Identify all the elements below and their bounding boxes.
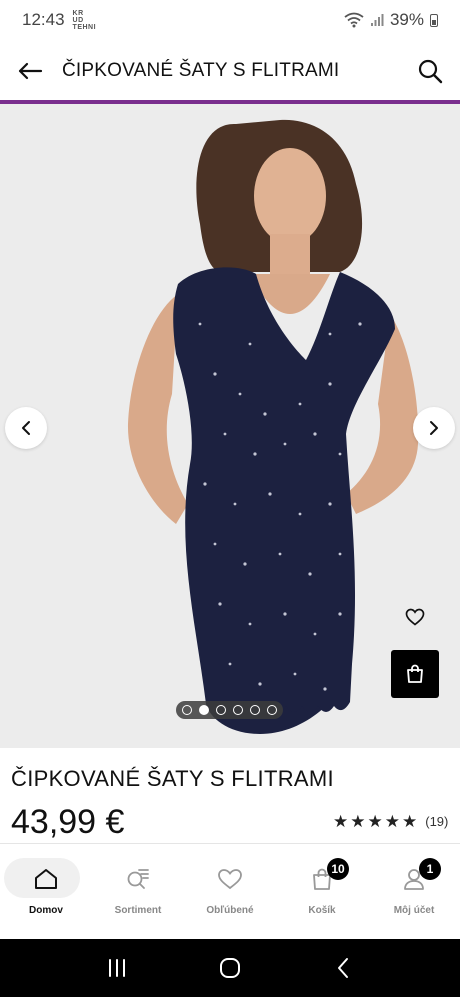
back-button[interactable] [16,57,44,85]
home-system-button[interactable] [210,948,250,988]
wifi-icon [344,12,364,28]
nav-label-favorites: Obľúbené [206,905,254,916]
gallery-dot[interactable] [250,705,260,715]
bottom-navigation: Domov Sortiment Obľúbené 10 Košík 1 Môj … [0,843,460,939]
back-system-button[interactable] [323,948,363,988]
back-chevron-icon [338,958,349,978]
add-to-favorites-button[interactable] [402,604,428,630]
arrow-left-icon [18,62,43,80]
gallery-dot[interactable] [216,705,226,715]
nav-label-sortiment: Sortiment [114,905,162,916]
chevron-left-icon [22,421,30,435]
battery-icon [430,13,438,27]
nav-label-cart: Košík [308,905,336,916]
rating-count: (19) [425,814,449,829]
heart-icon [405,608,425,626]
status-bar: 12:43 KR UD TEHNI 39% [0,0,460,40]
gallery-dot[interactable] [267,705,277,715]
app-bar: ČIPKOVANÉ ŠATY S FLITRAMI [0,40,460,102]
heart-icon [215,864,245,894]
star-icon: ★ [333,812,349,831]
page-title: ČIPKOVANÉ ŠATY S FLITRAMI [62,60,340,81]
product-title: ČIPKOVANÉ ŠATY S FLITRAMI [11,766,334,791]
cart-count-badge: 10 [327,858,349,880]
star-icon: ★ [402,812,418,831]
status-right: 39% [344,10,438,30]
home-circle-icon [219,958,240,978]
nav-item-account[interactable]: 1 Môj účet [368,844,460,939]
status-notification-text: KR UD TEHNI [72,9,97,31]
gallery-prev-button[interactable] [5,407,47,449]
nav-item-home[interactable]: Domov [0,844,92,939]
product-price: 43,99 € [11,803,125,841]
nav-label-home: Domov [29,905,63,916]
add-to-cart-button[interactable] [391,650,439,698]
chevron-right-icon [430,421,438,435]
battery-percent: 39% [389,10,424,29]
account-notification-badge: 1 [419,858,441,880]
star-icon: ★ [367,812,383,831]
shopping-bag-icon [407,664,423,683]
gallery-next-button[interactable] [413,407,455,449]
rating-stars: ★ ★ ★ ★ ★ [333,813,417,830]
category-search-icon [123,864,153,894]
nav-item-sortiment[interactable]: Sortiment [92,844,184,939]
product-rating[interactable]: ★ ★ ★ ★ ★ (19) [333,813,448,830]
star-icon: ★ [350,812,366,831]
status-left: 12:43 KR UD TEHNI [22,9,97,31]
gallery-dot-active[interactable] [199,705,209,715]
shopping-bag-icon: 10 [307,858,349,894]
nav-item-cart[interactable]: 10 Košík [276,844,368,939]
product-image-gallery[interactable] [0,104,460,748]
signal-icon [370,14,384,26]
gallery-pagination [176,701,283,719]
gallery-dot[interactable] [233,705,243,715]
nav-item-favorites[interactable]: Obľúbené [184,844,276,939]
recent-apps-button[interactable] [97,948,137,988]
home-icon [31,864,61,894]
nav-label-account: Môj účet [393,905,435,916]
recent-apps-icon [108,959,125,977]
search-icon [418,59,443,84]
search-button[interactable] [416,57,444,85]
user-icon: 1 [399,858,441,894]
status-time: 12:43 [22,10,65,29]
gallery-dot[interactable] [182,705,192,715]
star-icon: ★ [384,812,400,831]
system-navigation-bar [0,939,460,997]
